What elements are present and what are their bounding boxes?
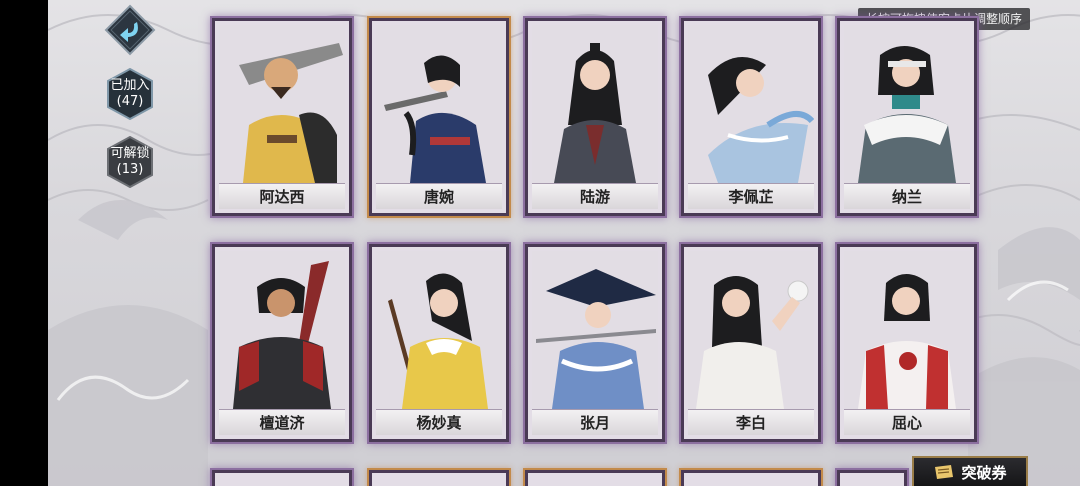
hero-card[interactable]: 檀道济 — [212, 244, 352, 442]
unlockable-label: 可解锁 — [110, 146, 150, 161]
hero-name: 杨妙真 — [376, 409, 502, 435]
hero-card[interactable]: 纳兰 — [837, 18, 977, 216]
game-screen: 已加入 (47) 可解锁 (13) 长按可拖拽侠客卡片调整顺序 阿达西 — [0, 0, 1080, 486]
hero-name: 唐婉 — [376, 183, 502, 209]
hero-name: 檀道济 — [219, 409, 345, 435]
joined-tab[interactable]: 已加入 (47) — [107, 68, 153, 120]
hero-portrait — [376, 251, 502, 409]
hero-card[interactable]: 李佩芷 — [681, 18, 821, 216]
hero-name: 张月 — [532, 409, 658, 435]
joined-label: 已加入 — [110, 78, 150, 93]
hero-card[interactable]: 屈心 — [837, 244, 977, 442]
hero-card[interactable]: 唐婉 — [369, 18, 509, 216]
hero-portrait — [688, 25, 814, 183]
joined-count: (47) — [116, 94, 144, 109]
hero-name: 阿达西 — [219, 183, 345, 209]
scroll-icon — [935, 465, 954, 479]
hero-portrait — [219, 251, 345, 409]
unlockable-tab[interactable]: 可解锁 (13) — [107, 136, 153, 188]
hero-card-partial[interactable] — [525, 470, 665, 486]
hero-portrait — [844, 25, 970, 183]
hero-card[interactable]: 张月 — [525, 244, 665, 442]
hero-card-partial[interactable] — [837, 470, 907, 486]
hero-card[interactable]: 杨妙真 — [369, 244, 509, 442]
hero-portrait — [688, 251, 814, 409]
hero-card-partial[interactable] — [681, 470, 821, 486]
hero-name: 陆游 — [532, 183, 658, 209]
hero-portrait — [532, 251, 658, 409]
hero-card-partial[interactable] — [212, 470, 352, 486]
back-arrow-icon — [104, 4, 156, 56]
hero-card[interactable]: 李白 — [681, 244, 821, 442]
hero-portrait — [219, 25, 345, 183]
hero-portrait — [844, 251, 970, 409]
back-button[interactable] — [104, 4, 156, 56]
hero-card[interactable]: 陆游 — [525, 18, 665, 216]
hero-name: 李白 — [688, 409, 814, 435]
unlockable-count: (13) — [116, 162, 144, 177]
hero-portrait — [532, 25, 658, 183]
ticket-label: 突破券 — [961, 463, 1007, 482]
hero-card[interactable]: 阿达西 — [212, 18, 352, 216]
hero-name: 李佩芷 — [688, 183, 814, 209]
hero-portrait — [376, 25, 502, 183]
hero-name: 屈心 — [844, 409, 970, 435]
hero-name: 纳兰 — [844, 183, 970, 209]
hero-card-partial[interactable] — [369, 470, 509, 486]
breakthrough-ticket-button[interactable]: 突破券 — [912, 456, 1028, 486]
